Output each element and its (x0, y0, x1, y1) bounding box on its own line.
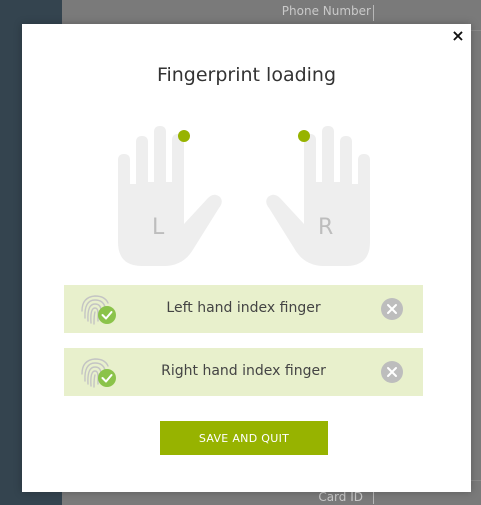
background-field-divider (373, 5, 374, 21)
right-hand-letter: R (318, 215, 333, 240)
left-index-indicator (178, 130, 190, 142)
check-icon (98, 369, 116, 387)
modal-title: Fingerprint loading (156, 64, 337, 86)
save-and-quit-button[interactable]: SAVE AND QUIT (160, 421, 328, 455)
right-hand-icon (266, 126, 370, 266)
hands-illustration: L R (112, 124, 382, 284)
remove-circle-icon[interactable] (381, 298, 403, 320)
left-hand-letter: L (152, 215, 165, 240)
background-card-label: Card ID (318, 490, 363, 504)
row-label: Right hand index finger (161, 363, 326, 379)
finger-row-right-index: Right hand index finger (64, 348, 423, 396)
close-icon[interactable]: × (451, 28, 465, 44)
left-hand-icon (118, 126, 222, 266)
fingerprint-icon (81, 358, 116, 388)
right-index-indicator (298, 130, 310, 142)
check-icon (98, 306, 116, 324)
fingerprint-modal: × Fingerprint loading L R Left hand inde… (22, 24, 471, 492)
hands-graphic: L R (118, 126, 370, 266)
row-label: Left hand index finger (166, 300, 321, 316)
finger-row-left-index: Left hand index finger (64, 285, 423, 333)
app-page: Phone Number Card ID × Fingerprint loadi… (0, 0, 481, 505)
background-phone-label: Phone Number (281, 4, 371, 18)
remove-circle-icon[interactable] (381, 361, 403, 383)
fingerprint-icon (81, 295, 116, 325)
